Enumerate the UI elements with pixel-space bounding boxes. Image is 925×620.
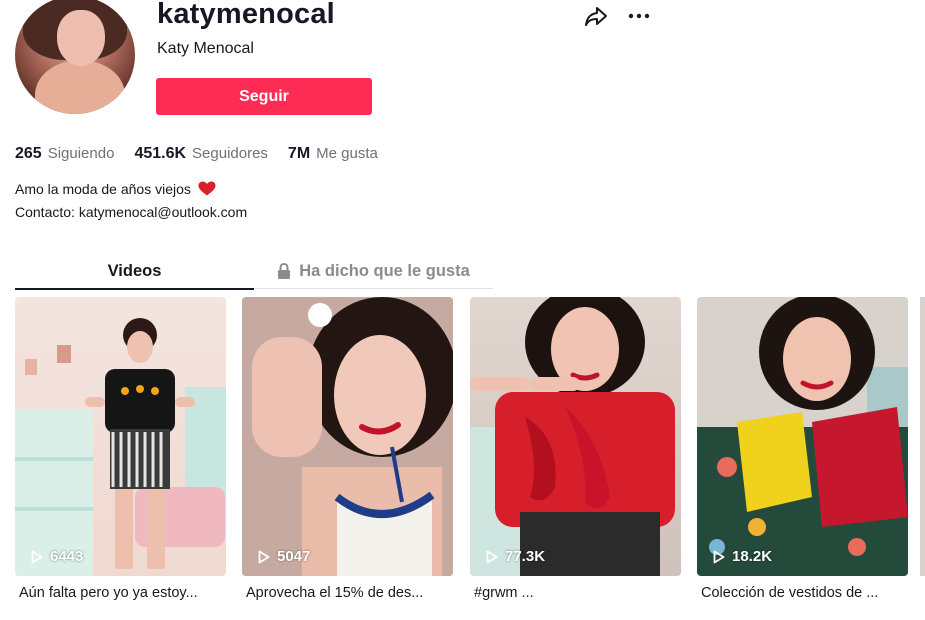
view-count: 5047 bbox=[258, 548, 310, 565]
followers-count[interactable]: 451.6K Seguidores bbox=[134, 145, 267, 163]
play-icon bbox=[258, 550, 270, 563]
tab-label: Ha dicho que le gusta bbox=[299, 261, 470, 280]
lock-icon bbox=[278, 263, 291, 279]
stat-label: Seguidores bbox=[192, 145, 268, 162]
following-count[interactable]: 265 Siguiendo bbox=[15, 145, 114, 163]
video-caption[interactable]: Aprovecha el 15% de des... bbox=[242, 585, 453, 601]
video-thumbnail[interactable]: 6443 bbox=[15, 297, 226, 576]
view-count: 6443 bbox=[31, 548, 83, 565]
share-icon[interactable] bbox=[584, 5, 608, 27]
bio-text: Amo la moda de años viejos bbox=[15, 181, 191, 197]
more-options-icon[interactable] bbox=[626, 5, 652, 27]
view-count-value: 77.3K bbox=[505, 548, 546, 565]
view-count-value: 6443 bbox=[50, 548, 84, 565]
profile-tabs: Videos Ha dicho que le gusta bbox=[15, 253, 493, 290]
profile-stats: 265 Siguiendo 451.6K Seguidores 7M Me gu… bbox=[15, 145, 398, 163]
video-thumbnail[interactable]: 5047 bbox=[242, 297, 453, 576]
tab-label: Videos bbox=[107, 261, 162, 280]
tab-liked[interactable]: Ha dicho que le gusta bbox=[254, 253, 493, 289]
video-caption[interactable]: Aún falta pero yo ya estoy... bbox=[15, 585, 226, 601]
view-count-value: 18.2K bbox=[732, 548, 773, 565]
stat-value: 451.6K bbox=[134, 145, 187, 162]
view-count: 77.3K bbox=[486, 548, 545, 565]
video-thumbnail[interactable]: 18.2K bbox=[697, 297, 908, 576]
stat-label: Siguiendo bbox=[47, 145, 115, 162]
video-card[interactable]: 18.2K Colección de vestidos de ... bbox=[697, 297, 908, 601]
heart-icon bbox=[198, 181, 216, 196]
video-card[interactable]: 5047 Aprovecha el 15% de des... bbox=[242, 297, 453, 601]
play-icon bbox=[486, 550, 498, 563]
next-video-edge bbox=[920, 297, 925, 576]
contact-line: Contacto: katymenocal@outlook.com bbox=[15, 204, 248, 220]
play-icon bbox=[713, 550, 725, 563]
thumbnail-image bbox=[242, 297, 453, 576]
video-caption[interactable]: Colección de vestidos de ... bbox=[697, 585, 908, 601]
thumbnail-image bbox=[15, 318, 226, 576]
nickname: Katy Menocal bbox=[157, 40, 254, 57]
follow-button[interactable]: Seguir bbox=[156, 78, 372, 115]
video-thumbnail[interactable]: 77.3K bbox=[470, 297, 681, 576]
bio-line: Amo la moda de años viejos bbox=[15, 178, 247, 201]
video-card[interactable]: 77.3K #grwm ... bbox=[470, 297, 681, 601]
likes-count: 7M Me gusta bbox=[288, 145, 378, 163]
avatar[interactable] bbox=[15, 0, 135, 114]
avatar-shoulder bbox=[35, 60, 125, 114]
username: katymenocal bbox=[157, 0, 335, 30]
stat-label: Me gusta bbox=[316, 145, 378, 162]
thumbnail-image bbox=[470, 297, 675, 576]
video-card[interactable]: 6443 Aún falta pero yo ya estoy... bbox=[15, 297, 226, 601]
video-caption[interactable]: #grwm ... bbox=[470, 585, 681, 601]
thumbnail-image bbox=[697, 297, 908, 576]
stat-value: 265 bbox=[15, 145, 42, 162]
play-icon bbox=[31, 550, 43, 563]
stat-value: 7M bbox=[287, 145, 311, 162]
bio: Amo la moda de años viejos Contacto: kat… bbox=[15, 178, 247, 224]
tab-videos[interactable]: Videos bbox=[15, 253, 254, 290]
avatar-face bbox=[57, 10, 105, 66]
view-count: 18.2K bbox=[713, 548, 772, 565]
view-count-value: 5047 bbox=[277, 548, 311, 565]
